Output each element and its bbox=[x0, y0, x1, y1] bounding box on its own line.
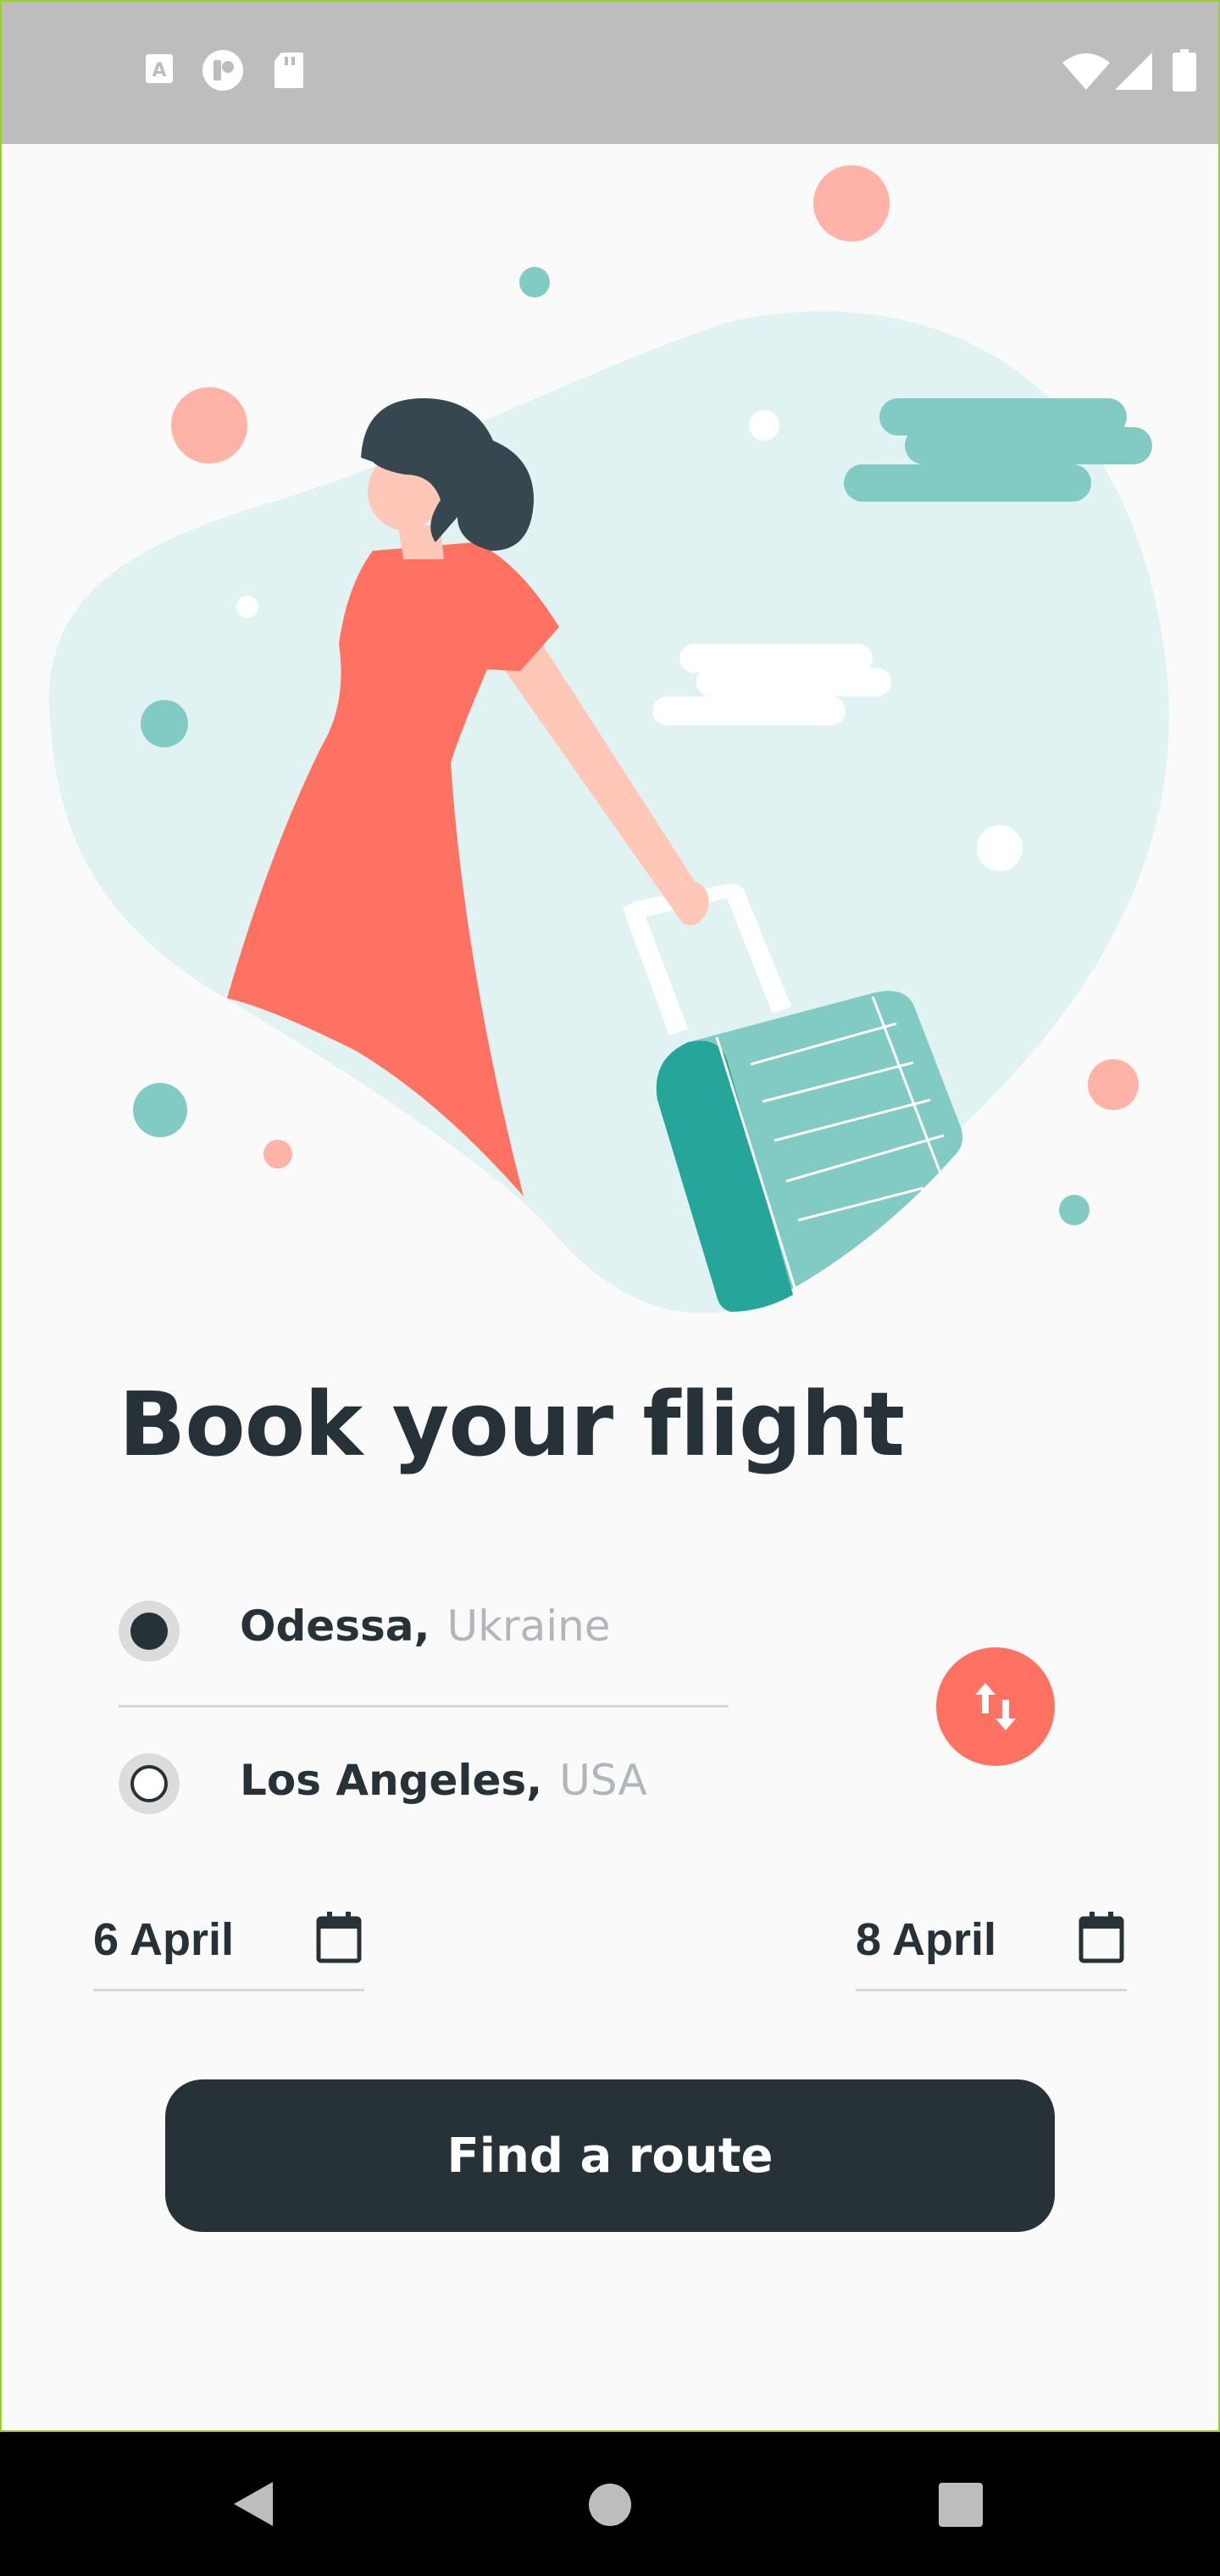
sd-card-icon bbox=[274, 53, 303, 88]
to-location[interactable]: Los Angeles, USA bbox=[240, 1756, 647, 1805]
calendar-icon[interactable] bbox=[315, 1912, 363, 1964]
swap-vertical-icon bbox=[975, 1683, 1016, 1730]
date-underline bbox=[856, 1989, 1127, 1991]
circle-notification-icon bbox=[202, 50, 243, 91]
battery-icon bbox=[1173, 49, 1196, 92]
traveler-with-suitcase-illustration bbox=[48, 165, 1169, 1313]
recents-icon[interactable] bbox=[939, 2483, 983, 2527]
back-icon[interactable] bbox=[232, 2480, 276, 2528]
text-a-icon: A bbox=[146, 54, 173, 83]
radio-ring bbox=[130, 1765, 168, 1802]
from-location[interactable]: Odessa, Ukraine bbox=[240, 1602, 611, 1651]
return-date-field[interactable]: 8 April bbox=[856, 1890, 1127, 1991]
from-country: Ukraine bbox=[446, 1602, 611, 1651]
home-icon[interactable] bbox=[588, 2483, 632, 2527]
from-city: Odessa, bbox=[240, 1602, 430, 1651]
date-underline bbox=[93, 1989, 364, 1991]
to-city: Los Angeles, bbox=[240, 1756, 543, 1805]
to-country: USA bbox=[559, 1756, 647, 1805]
navigation-bar bbox=[0, 2432, 1220, 2576]
cellular-signal-icon bbox=[1115, 53, 1152, 90]
radio-dot bbox=[130, 1613, 168, 1650]
departure-date-field[interactable]: 6 April bbox=[93, 1890, 364, 1991]
departure-date: 6 April bbox=[93, 1914, 235, 1965]
to-radio[interactable] bbox=[119, 1753, 180, 1814]
route-divider bbox=[119, 1705, 729, 1707]
from-radio[interactable] bbox=[119, 1601, 180, 1662]
svg-text:A: A bbox=[152, 60, 166, 81]
page-title: Book your flight bbox=[119, 1373, 905, 1476]
status-bar: A bbox=[0, 0, 1220, 144]
find-route-button[interactable]: Find a route bbox=[165, 2079, 1055, 2232]
swap-route-button[interactable] bbox=[936, 1647, 1055, 1766]
calendar-icon[interactable] bbox=[1078, 1912, 1125, 1964]
wifi-icon bbox=[1062, 53, 1110, 90]
return-date: 8 April bbox=[856, 1914, 997, 1965]
